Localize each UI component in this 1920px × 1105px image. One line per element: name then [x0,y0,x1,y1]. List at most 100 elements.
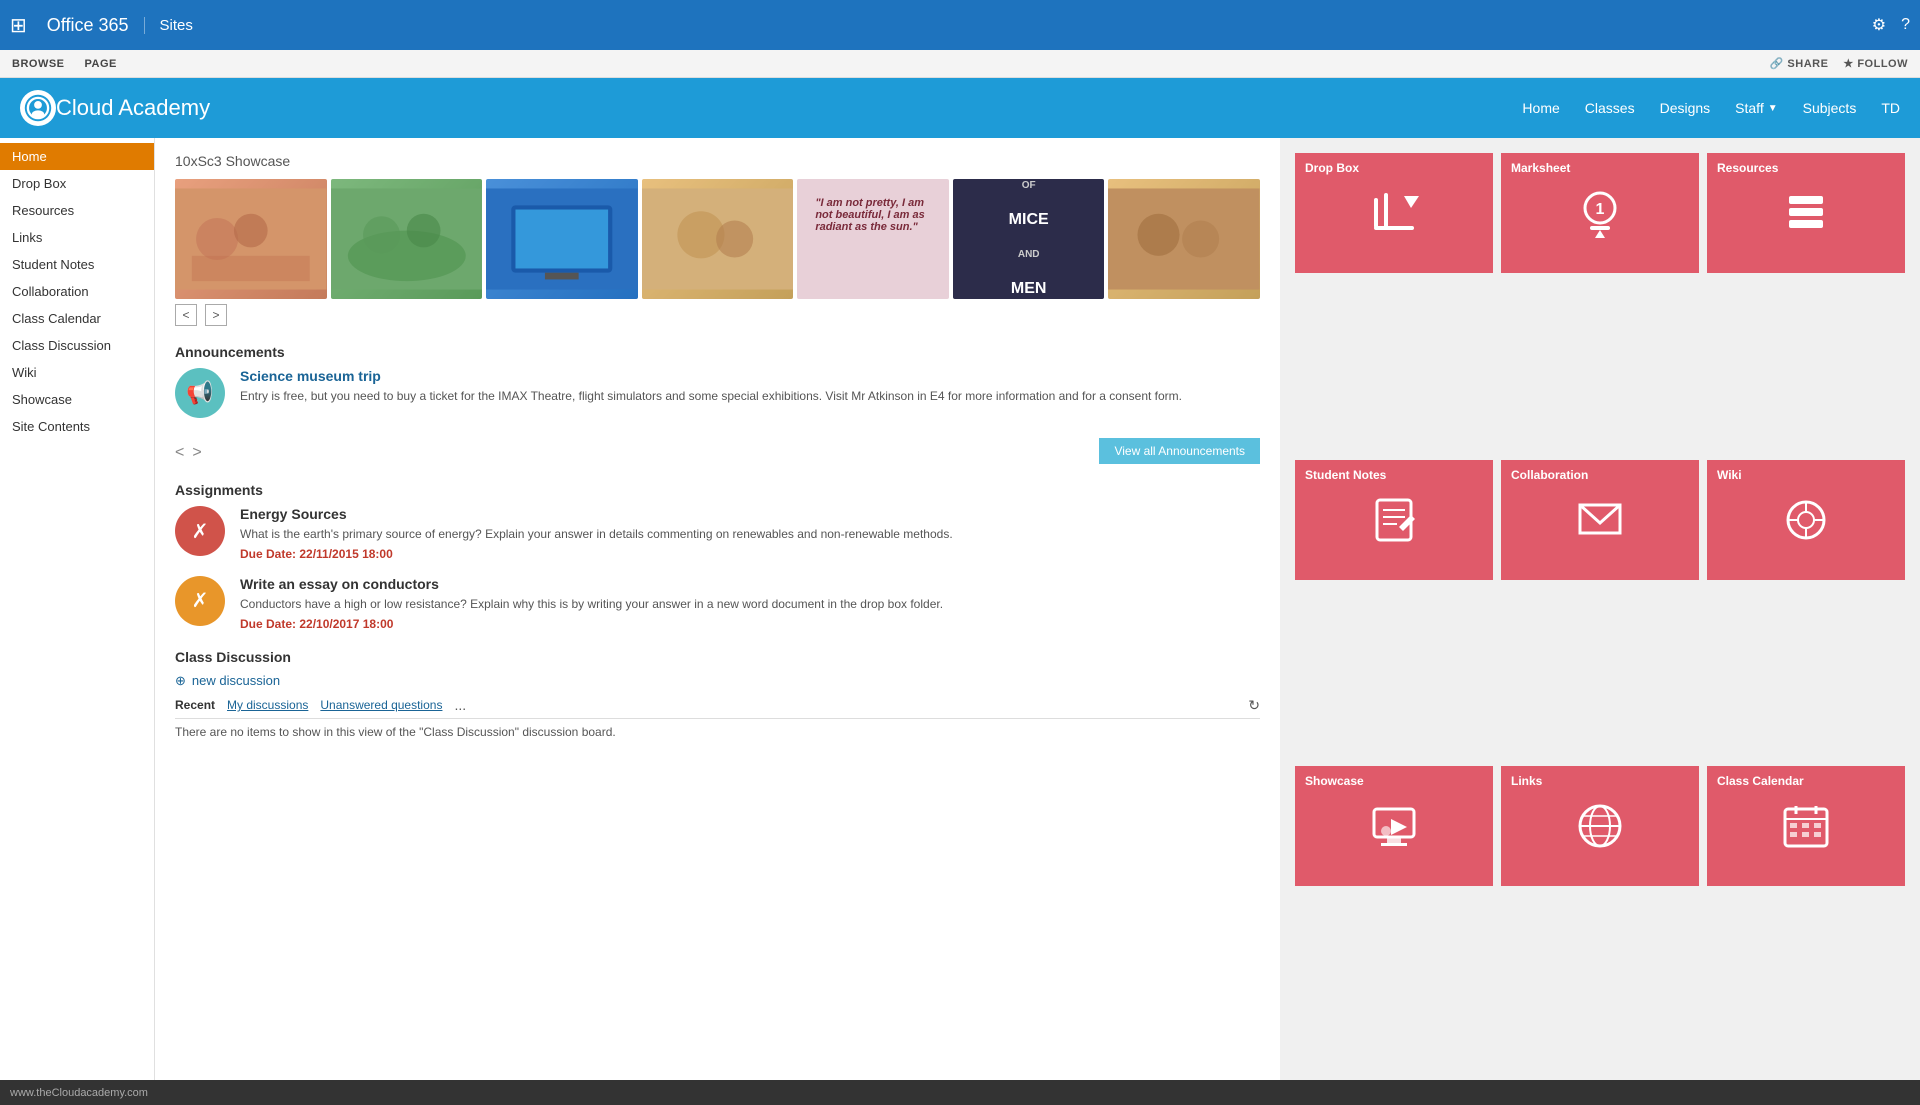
follow-link[interactable]: ★ FOLLOW [1843,57,1908,70]
sidebar-item-wiki[interactable]: Wiki [0,359,154,386]
subnav-browse[interactable]: BROWSE [12,58,65,70]
showcase-img-5: "I am not pretty, I am not beautiful, I … [797,179,949,299]
assignment-icon-1: ✗ [175,506,225,556]
top-bar-right: ⚙ ? [1872,15,1910,35]
announcements-title: Announcements [175,344,1260,360]
tile-classcalendar-icon [1781,801,1831,861]
tile-showcase-title: Showcase [1305,774,1364,788]
sidebar-item-dropbox[interactable]: Drop Box [0,170,154,197]
nav-subjects[interactable]: Subjects [1803,100,1857,116]
disc-tab-more[interactable]: ... [454,697,466,713]
tile-showcase[interactable]: Showcase [1295,766,1493,886]
announcement-item-text: Entry is free, but you need to buy a tic… [240,388,1182,405]
tile-classcalendar-title: Class Calendar [1717,774,1804,788]
carousel-prev[interactable]: < [175,304,197,326]
disc-tab-my[interactable]: My discussions [227,698,308,712]
top-bar: ⊞ Office 365 Sites ⚙ ? [0,0,1920,50]
tile-resources[interactable]: Resources [1707,153,1905,273]
content-area: 10xSc3 Showcase [155,138,1280,1080]
sidebar-item-home[interactable]: Home [0,143,154,170]
assignment-text-1: What is the earth's primary source of en… [240,526,953,543]
site-title: Cloud Academy [56,95,210,121]
tile-links-icon [1575,801,1625,861]
tile-collaboration-icon [1575,495,1625,555]
nav-designs[interactable]: Designs [1660,100,1711,116]
sidebar: Home Drop Box Resources Links Student No… [0,138,155,1080]
tile-links-title: Links [1511,774,1542,788]
right-panel: Drop Box Marksheet 1 [1280,138,1920,1080]
sidebar-item-showcase[interactable]: Showcase [0,386,154,413]
showcase-title: 10xSc3 Showcase [175,153,1260,169]
sidebar-item-classcalendar[interactable]: Class Calendar [0,305,154,332]
subnav-page[interactable]: PAGE [85,58,117,70]
tile-showcase-icon [1369,801,1419,861]
main-layout: Home Drop Box Resources Links Student No… [0,138,1920,1080]
assignment-due-1: Due Date: 22/11/2015 18:00 [240,547,953,561]
sidebar-item-sitecontents[interactable]: Site Contents [0,413,154,440]
assignment-due-2: Due Date: 22/10/2017 18:00 [240,617,943,631]
showcase-img-3 [486,179,638,299]
showcase-img-2 [331,179,483,299]
showcase-images: "I am not pretty, I am not beautiful, I … [175,179,1260,299]
announcement-item: 📢 Science museum trip Entry is free, but… [175,368,1260,418]
showcase-img-7 [1108,179,1260,299]
sidebar-item-resources[interactable]: Resources [0,197,154,224]
announcement-item-title[interactable]: Science museum trip [240,368,1182,384]
showcase-img-4 [642,179,794,299]
tile-marksheet[interactable]: Marksheet 1 [1501,153,1699,273]
top-bar-sites[interactable]: Sites [144,17,193,34]
ann-prev[interactable]: < [175,444,184,462]
share-link[interactable]: 🔗 SHARE [1770,57,1829,70]
tile-wiki-icon [1781,495,1831,555]
nav-classes[interactable]: Classes [1585,100,1635,116]
tile-dropbox-icon [1369,188,1419,248]
ann-next[interactable]: > [192,444,201,462]
sub-nav-right: 🔗 SHARE ★ FOLLOW [1770,57,1908,70]
tile-dropbox[interactable]: Drop Box [1295,153,1493,273]
assignment-icon-2: ✗ [175,576,225,626]
ann-nav: < > [175,444,202,462]
nav-staff[interactable]: Staff ▼ [1735,100,1777,116]
discussion-empty-text: There are no items to show in this view … [175,725,1260,739]
disc-tab-unanswered[interactable]: Unanswered questions [320,698,442,712]
new-discussion-link[interactable]: ⊕ new discussion [175,673,1260,689]
new-discussion-plus: ⊕ [175,673,186,689]
tile-resources-icon [1781,188,1831,248]
site-header: Cloud Academy Home Classes Designs Staff… [0,78,1920,138]
sidebar-item-studentnotes[interactable]: Student Notes [0,251,154,278]
carousel-next[interactable]: > [205,304,227,326]
nav-home[interactable]: Home [1522,100,1559,116]
tile-collaboration[interactable]: Collaboration [1501,460,1699,580]
announcements-section: Announcements 📢 Science museum trip Entr… [175,344,1260,464]
showcase-img-6: OF MICE AND MEN [953,179,1105,299]
site-nav: Home Classes Designs Staff ▼ Subjects TD [1522,100,1900,116]
tile-wiki[interactable]: Wiki [1707,460,1905,580]
sidebar-item-classdiscussion[interactable]: Class Discussion [0,332,154,359]
announcement-icon: 📢 [175,368,225,418]
tile-links[interactable]: Links [1501,766,1699,886]
class-discussion-section: Class Discussion ⊕ new discussion Recent… [175,649,1260,739]
tile-studentnotes-title: Student Notes [1305,468,1386,482]
view-all-announcements-btn[interactable]: View all Announcements [1099,438,1260,464]
assignment-item-1: ✗ Energy Sources What is the earth's pri… [175,506,1260,561]
settings-icon[interactable]: ⚙ [1872,15,1886,35]
assignment-title-1[interactable]: Energy Sources [240,506,953,522]
waffle-icon[interactable]: ⊞ [10,13,27,38]
assignment-item-2: ✗ Write an essay on conductors Conductor… [175,576,1260,631]
showcase-section: 10xSc3 Showcase [175,153,1260,326]
assignment-content-1: Energy Sources What is the earth's prima… [240,506,953,561]
carousel-controls: < > [175,304,1260,326]
help-icon[interactable]: ? [1901,16,1910,34]
svg-text:1: 1 [1596,201,1605,218]
tile-classcalendar[interactable]: Class Calendar [1707,766,1905,886]
assignments-title: Assignments [175,482,1260,498]
disc-tab-recent[interactable]: Recent [175,698,215,712]
announcement-content: Science museum trip Entry is free, but y… [240,368,1182,405]
sidebar-item-links[interactable]: Links [0,224,154,251]
disc-refresh[interactable]: ↻ [1248,697,1260,714]
sidebar-item-collaboration[interactable]: Collaboration [0,278,154,305]
tile-resources-title: Resources [1717,161,1778,175]
tile-studentnotes[interactable]: Student Notes [1295,460,1493,580]
assignment-title-2[interactable]: Write an essay on conductors [240,576,943,592]
nav-td[interactable]: TD [1881,100,1900,116]
